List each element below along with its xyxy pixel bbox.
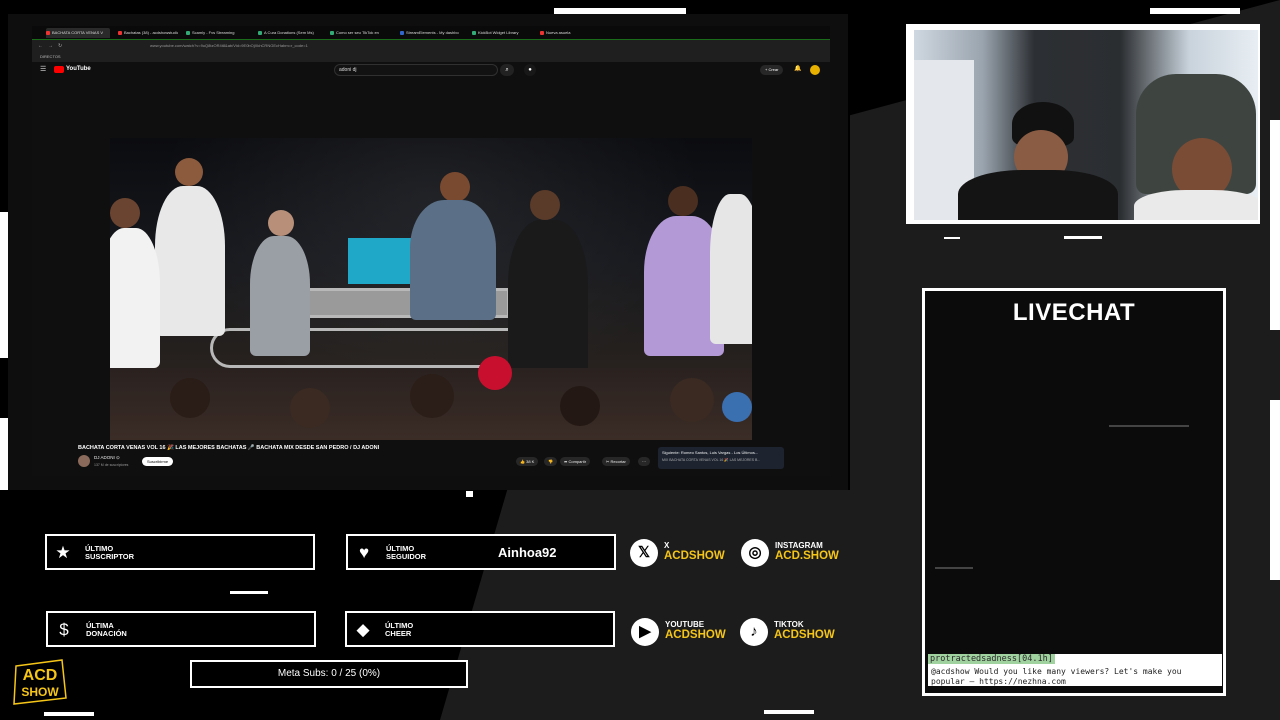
diamond-icon: ◆: [356, 620, 370, 639]
browser-tab[interactable]: StreamElements - My dashbo: [400, 28, 466, 38]
alert-label: ÚLTIMA DONACIÓN: [86, 621, 127, 638]
dollar-icon: $: [59, 620, 69, 639]
browser-tab-bar: BACHATA CORTA VENAS V Bachatas (38) - ac…: [32, 26, 830, 40]
latest-follower-name: Ainhoa92: [498, 545, 557, 560]
more-actions-button[interactable]: ···: [638, 457, 650, 466]
instagram-icon: ◎: [741, 539, 769, 567]
deco-stripe: [1064, 236, 1102, 239]
browser-window: BACHATA CORTA VENAS V Bachatas (38) - ac…: [32, 26, 830, 476]
deco-stripe: [554, 8, 686, 14]
livechat-title: LIVECHAT: [1012, 299, 1136, 326]
sub-goal-bar: Meta Subs: 0 / 25 (0%): [190, 660, 468, 688]
svg-text:SHOW: SHOW: [21, 685, 59, 699]
latest-donation-box: $ ÚLTIMA DONACIÓN: [46, 611, 316, 647]
search-icon[interactable]: ⌕: [500, 64, 514, 76]
deco-stripe: [230, 591, 268, 594]
channel-name[interactable]: DJ ADONI ⊙: [94, 455, 120, 461]
create-button[interactable]: + Crear: [760, 65, 784, 75]
social-platform: TIKTOK: [774, 620, 804, 629]
social-handle: ACDSHOW: [664, 550, 725, 562]
x-logo-icon: 𝕏: [630, 539, 658, 567]
dislike-button[interactable]: 👎: [544, 457, 557, 466]
social-platform: INSTAGRAM: [775, 541, 823, 550]
video-title: BACHATA CORTA VENAS VOL 16 🎉 LAS MEJORES…: [78, 445, 380, 451]
heart-icon: ♥: [358, 543, 370, 562]
url-text[interactable]: www.youtube.com/watch?v=9uQ8tzOR4t8&ab/V…: [150, 43, 308, 48]
deco-stripe: [0, 418, 8, 490]
webcam-feed: [914, 30, 1258, 220]
latest-follower-box: ♥ ÚLTIMO SEGUIDOR Ainhoa92: [346, 534, 616, 570]
up-next-subtitle: MIX BACHATA CORTA VENAS VOL 16 🎉 LAS MEJ…: [662, 458, 761, 462]
share-button[interactable]: ➦ Compartir: [560, 457, 591, 466]
bookmarks-bar: DIRECTOS: [32, 52, 830, 62]
deco-stripe: [1270, 120, 1280, 330]
social-platform: X: [664, 541, 670, 550]
social-handle: ACDSHOW: [665, 629, 726, 641]
chat-deco: [1109, 425, 1189, 427]
subscribe-button[interactable]: Suscribirme: [142, 457, 174, 466]
up-next-card[interactable]: Siguiente: Romeo Santos, Luis Vargas - L…: [658, 447, 784, 469]
browser-tab[interactable]: KickBot Widget Library: [472, 28, 536, 38]
deco-stripe: [44, 712, 94, 716]
like-button[interactable]: 👍 38 K: [516, 457, 539, 466]
browser-tab[interactable]: Como ser seu TikTok en: [330, 28, 394, 38]
clip-button[interactable]: ✂ Recortar: [602, 457, 630, 466]
tiktok-icon: ♪: [740, 618, 768, 646]
laptop: [348, 238, 418, 284]
forward-icon[interactable]: →: [48, 43, 53, 49]
livechat-panel: LIVECHAT: [922, 288, 1226, 696]
chat-deco: [935, 567, 973, 569]
chat-username[interactable]: protractedsadness[04.1h]: [928, 654, 1055, 664]
search-input[interactable]: adoni dj: [334, 64, 498, 76]
video-player[interactable]: [110, 138, 752, 440]
reload-icon[interactable]: ↻: [58, 43, 62, 49]
address-bar[interactable]: ← → ↻ www.youtube.com/watch?v=9uQ8tzOR4t…: [32, 40, 830, 52]
browser-tab[interactable]: A Cura Donations (Sem Ms): [258, 28, 324, 38]
channel-subscriber-count: 137 M de suscriptores: [94, 463, 129, 467]
alert-label: ÚLTIMO SEGUIDOR: [386, 544, 427, 561]
deco-stripe: [944, 237, 960, 239]
deco-stripe: [1270, 400, 1280, 580]
hamburger-menu-icon[interactable]: ☰: [40, 65, 46, 73]
deco-stripe: [0, 212, 8, 358]
social-handle: ACDSHOW: [774, 629, 835, 641]
notifications-bell-icon[interactable]: 🔔: [794, 65, 801, 72]
browser-tab[interactable]: Scamly - Fvs Streaming: [186, 28, 246, 38]
youtube-header: ☰ YouTube adoni dj ⌕ ● + Crear 🔔: [32, 62, 830, 78]
star-icon: ★: [55, 543, 71, 562]
bg-lower-panel: [440, 490, 920, 720]
deco-dot: [466, 491, 473, 497]
browser-tab[interactable]: Nueva asuela: [540, 28, 590, 38]
youtube-icon: ▶: [631, 618, 659, 646]
up-next-title: Siguiente: Romeo Santos, Luis Vargas - L…: [662, 450, 759, 455]
youtube-logo[interactable]: YouTube: [54, 66, 91, 73]
deco-stripe: [764, 710, 814, 714]
acd-show-logo: ACD SHOW: [13, 659, 67, 705]
channel-avatar[interactable]: [78, 455, 90, 467]
sub-goal-text: Meta Subs: 0 / 25 (0%): [277, 668, 381, 679]
microphone-icon[interactable]: ●: [524, 64, 536, 76]
chat-message-text: @acdshow Would you like many viewers? Le…: [931, 667, 1182, 686]
latest-cheer-box: ◆ ÚLTIMO CHEER: [345, 611, 615, 647]
browser-tab[interactable]: BACHATA CORTA VENAS V: [46, 28, 110, 38]
social-platform: YOUTUBE: [665, 620, 705, 629]
bookmark-folder[interactable]: DIRECTOS: [40, 54, 61, 59]
browser-tab[interactable]: Bachatas (38) - acdshowstudio: [118, 28, 178, 38]
social-handle: ACD.SHOW: [775, 550, 839, 562]
alert-label: ÚLTIMO CHEER: [385, 621, 414, 638]
alert-label: ÚLTIMO SUSCRIPTOR: [85, 544, 135, 561]
back-icon[interactable]: ←: [38, 43, 43, 49]
svg-text:ACD: ACD: [23, 667, 58, 684]
latest-subscriber-box: ★ ÚLTIMO SUSCRIPTOR: [45, 534, 315, 570]
account-avatar[interactable]: [810, 65, 820, 75]
deco-stripe: [1150, 8, 1240, 14]
